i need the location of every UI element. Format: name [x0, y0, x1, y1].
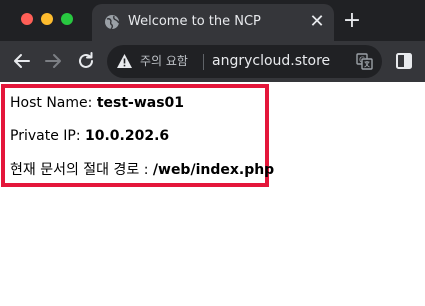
host-name-label: Host Name: [10, 95, 93, 111]
back-arrow-icon[interactable] [12, 51, 32, 71]
private-ip-label: Private IP: [10, 128, 81, 144]
window-minimize-button[interactable] [41, 13, 53, 25]
tab-title: Welcome to the NCP [128, 14, 261, 29]
security-warning-label[interactable]: 주의 요함 [140, 53, 188, 70]
window-close-button[interactable] [21, 13, 33, 25]
document-path-label: 현재 문서의 절대 경로 : [10, 162, 149, 178]
document-path-value: /web/index.php [152, 162, 275, 178]
close-icon[interactable]: ✕ [308, 13, 326, 31]
warning-icon[interactable] [116, 53, 133, 69]
window-zoom-button[interactable] [61, 13, 73, 25]
private-ip-row: Private IP: 10.0.202.6 [10, 127, 169, 145]
tab-strip: Welcome to the NCP ✕ + [0, 0, 425, 41]
highlighted-info-box: Host Name: test-was01 Private IP: 10.0.2… [1, 84, 274, 187]
translate-icon[interactable]: G [356, 53, 373, 70]
address-divider [203, 54, 204, 70]
forward-arrow-icon[interactable] [43, 51, 63, 71]
active-tab[interactable]: Welcome to the NCP ✕ [92, 4, 334, 41]
side-panel-icon[interactable] [396, 53, 412, 69]
document-path-row: 현재 문서의 절대 경로 : /web/index.php [10, 161, 274, 179]
reload-icon[interactable] [76, 51, 96, 71]
url-text[interactable]: angrycloud.store [212, 52, 330, 71]
browser-toolbar: 주의 요함 angrycloud.store G [0, 41, 425, 82]
private-ip-value: 10.0.202.6 [85, 128, 170, 144]
plus-icon[interactable]: + [342, 10, 362, 32]
address-bar[interactable]: 주의 요함 angrycloud.store G [107, 45, 382, 78]
host-name-value: test-was01 [96, 95, 185, 111]
globe-icon [105, 15, 120, 30]
host-name-row: Host Name: test-was01 [10, 94, 184, 112]
